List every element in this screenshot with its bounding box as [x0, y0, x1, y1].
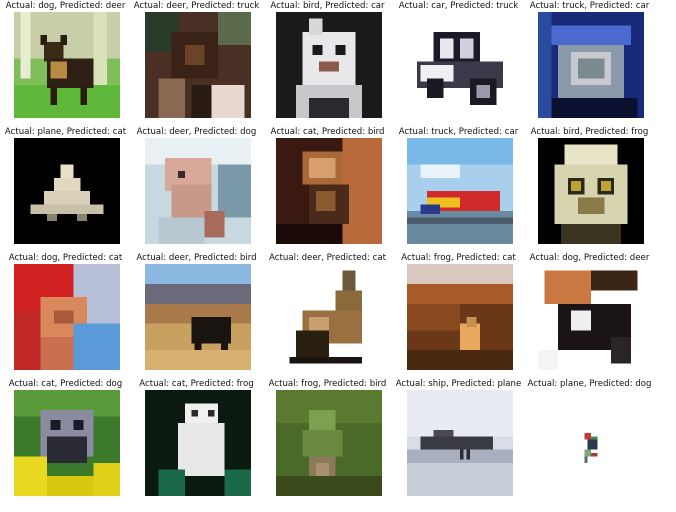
panel-image: [14, 138, 120, 244]
panel-4: Actual: car, Predicted: truck: [393, 0, 524, 126]
panel-image: [14, 264, 120, 370]
panel-7: Actual: deer, Predicted: dog: [131, 126, 262, 252]
panel-image: [276, 390, 382, 496]
panel-image: [538, 390, 644, 496]
panel-13: Actual: deer, Predicted: cat: [262, 252, 393, 378]
panel-image: [538, 264, 644, 370]
panel-image: [538, 12, 644, 118]
panel-image: [145, 390, 251, 496]
panel-image: [14, 12, 120, 118]
panel-title: Actual: car, Predicted: truck: [398, 1, 519, 11]
panel-11: Actual: dog, Predicted: cat: [0, 252, 131, 378]
panel-16: Actual: cat, Predicted: dog: [0, 378, 131, 504]
panel-title: Actual: plane, Predicted: cat: [4, 127, 127, 137]
panel-image: [407, 12, 513, 118]
panel-title: Actual: deer, Predicted: bird: [136, 253, 257, 263]
panel-image: [145, 12, 251, 118]
panel-title: Actual: truck, Predicted: car: [398, 127, 519, 137]
panel-title: Actual: cat, Predicted: frog: [139, 379, 254, 389]
panel-5: Actual: truck, Predicted: car: [524, 0, 655, 126]
panel-title: Actual: bird, Predicted: car: [270, 1, 385, 11]
panel-title: Actual: plane, Predicted: dog: [527, 379, 652, 389]
panel-8: Actual: cat, Predicted: bird: [262, 126, 393, 252]
panel-title: Actual: deer, Predicted: cat: [269, 253, 386, 263]
panel-title: Actual: dog, Predicted: deer: [5, 1, 126, 11]
panel-image: [276, 264, 382, 370]
panel-title: Actual: ship, Predicted: plane: [395, 379, 522, 389]
panel-image: [14, 390, 120, 496]
panel-15: Actual: dog, Predicted: deer: [524, 252, 655, 378]
panel-title: Actual: truck, Predicted: car: [529, 1, 650, 11]
panel-title: Actual: deer, Predicted: truck: [133, 1, 260, 11]
panel-18: Actual: frog, Predicted: bird: [262, 378, 393, 504]
panel-image: [407, 264, 513, 370]
panel-title: Actual: bird, Predicted: frog: [530, 127, 649, 137]
panel-title: Actual: deer, Predicted: dog: [136, 127, 257, 137]
panel-12: Actual: deer, Predicted: bird: [131, 252, 262, 378]
panel-20: Actual: plane, Predicted: dog: [524, 378, 655, 504]
panel-title: Actual: cat, Predicted: dog: [8, 379, 123, 389]
panel-image: [145, 264, 251, 370]
panel-title: Actual: dog, Predicted: cat: [8, 253, 123, 263]
panel-3: Actual: bird, Predicted: car: [262, 0, 393, 126]
panel-title: Actual: frog, Predicted: bird: [268, 379, 387, 389]
panel-9: Actual: truck, Predicted: car: [393, 126, 524, 252]
panel-2: Actual: deer, Predicted: truck: [131, 0, 262, 126]
panel-image: [276, 12, 382, 118]
panel-10: Actual: bird, Predicted: frog: [524, 126, 655, 252]
panel-image: [407, 390, 513, 496]
panel-title: Actual: cat, Predicted: bird: [270, 127, 385, 137]
panel-image: [276, 138, 382, 244]
panel-title: Actual: frog, Predicted: cat: [401, 253, 516, 263]
panel-title: Actual: dog, Predicted: deer: [529, 253, 650, 263]
panel-6: Actual: plane, Predicted: cat: [0, 126, 131, 252]
panel-19: Actual: ship, Predicted: plane: [393, 378, 524, 504]
panel-image: [407, 138, 513, 244]
panel-14: Actual: frog, Predicted: cat: [393, 252, 524, 378]
panel-17: Actual: cat, Predicted: frog: [131, 378, 262, 504]
panel-image: [145, 138, 251, 244]
panel-1: Actual: dog, Predicted: deer: [0, 0, 131, 126]
panel-image: [538, 138, 644, 244]
